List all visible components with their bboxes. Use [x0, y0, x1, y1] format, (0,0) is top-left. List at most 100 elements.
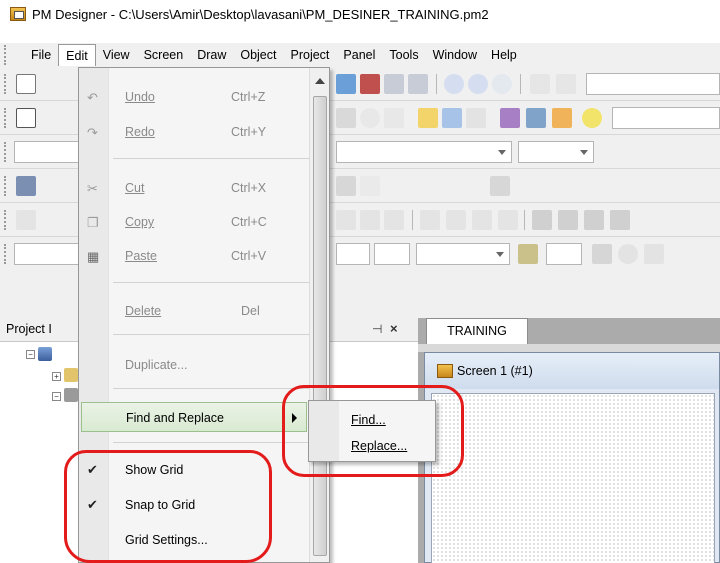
bold-icon[interactable] — [16, 108, 36, 128]
tab-training[interactable]: TRAINING — [426, 318, 528, 344]
forward-icon[interactable] — [584, 210, 604, 230]
toolbar-grip[interactable] — [4, 74, 10, 94]
menu-file[interactable]: File — [24, 44, 58, 66]
menu-cut[interactable]: ✂ Cut Ctrl+X — [79, 173, 309, 203]
font-combo[interactable] — [14, 141, 80, 163]
toolbar-grip[interactable] — [4, 108, 10, 128]
line-width-combo[interactable] — [416, 243, 510, 265]
line-end-combo[interactable] — [374, 243, 410, 265]
menu-duplicate[interactable]: Duplicate... — [79, 350, 309, 380]
lamp-object-icon[interactable] — [418, 108, 438, 128]
button-object-icon[interactable] — [336, 108, 356, 128]
toolbar-grip[interactable] — [4, 45, 10, 65]
add-screen-icon[interactable] — [336, 74, 356, 94]
send-back-icon[interactable] — [558, 210, 578, 230]
screen-list-icon[interactable] — [384, 74, 404, 94]
menu-find[interactable]: Find... — [309, 407, 435, 433]
state-combo[interactable] — [586, 73, 720, 95]
target-icon[interactable] — [618, 244, 638, 264]
align-left-icon[interactable] — [16, 210, 36, 230]
toolbar-grip[interactable] — [4, 142, 10, 162]
menu-paste[interactable]: ▦ Paste Ctrl+V — [79, 241, 309, 271]
menu-panel[interactable]: Panel — [336, 44, 382, 66]
frame-icon[interactable] — [490, 176, 510, 196]
same-width-icon[interactable] — [472, 210, 492, 230]
menu-redo[interactable]: ↷ Redo Ctrl+Y — [79, 117, 309, 147]
paste-icon: ▦ — [87, 249, 100, 264]
window-title: PM Designer - C:\Users\Amir\Desktop\lava… — [32, 6, 489, 22]
menu-delete[interactable]: Delete Del — [79, 296, 309, 326]
menu-draw[interactable]: Draw — [190, 44, 233, 66]
find-replace-submenu: Find... Replace... — [308, 400, 436, 462]
new-file-icon[interactable] — [16, 74, 36, 94]
chart-icon[interactable] — [518, 244, 538, 264]
menu-tools[interactable]: Tools — [382, 44, 425, 66]
group-icon[interactable] — [336, 176, 356, 196]
zoom-in-icon[interactable] — [444, 74, 464, 94]
font-size-combo[interactable] — [518, 141, 594, 163]
radio-object-icon[interactable] — [360, 108, 380, 128]
toolbar-grip[interactable] — [4, 176, 10, 196]
switch-object-icon[interactable] — [442, 108, 462, 128]
same-height-icon[interactable] — [498, 210, 518, 230]
menu-find-replace[interactable]: Find and Replace — [81, 402, 307, 432]
menu-snap-to-grid[interactable]: ✔ Snap to Grid — [79, 490, 309, 520]
off-state-icon[interactable] — [530, 74, 550, 94]
user-icon[interactable] — [360, 176, 380, 196]
pin-icon[interactable]: ⊣ — [372, 322, 382, 336]
align-center-icon[interactable] — [336, 210, 356, 230]
spin-object-icon[interactable] — [384, 108, 404, 128]
menu-view[interactable]: View — [96, 44, 137, 66]
zoom-reset-icon[interactable] — [492, 74, 512, 94]
on-state-icon[interactable] — [556, 74, 576, 94]
fill-combo[interactable] — [546, 243, 582, 265]
numeric-input-icon[interactable] — [500, 108, 520, 128]
close-icon[interactable]: × — [390, 321, 398, 336]
menu-replace[interactable]: Replace... — [309, 433, 435, 459]
move-icon[interactable] — [644, 244, 664, 264]
font-name-combo[interactable] — [336, 141, 512, 163]
checkmark-icon: ✔ — [87, 497, 98, 512]
menu-grid-settings[interactable]: Grid Settings... — [79, 525, 309, 555]
align-top-icon[interactable] — [384, 210, 404, 230]
tree-expander[interactable]: − — [26, 350, 35, 359]
menu-copy[interactable]: ❐ Copy Ctrl+C — [79, 207, 309, 237]
screen-preview-icon[interactable] — [408, 74, 428, 94]
menu-project[interactable]: Project — [284, 44, 337, 66]
menu-screen[interactable]: Screen — [137, 44, 191, 66]
screen-settings-icon[interactable] — [360, 74, 380, 94]
slider-object-icon[interactable] — [466, 108, 486, 128]
object-combo[interactable] — [612, 107, 720, 129]
backward-icon[interactable] — [610, 210, 630, 230]
alarm-object-icon[interactable] — [552, 108, 572, 128]
rectangle-icon[interactable] — [592, 244, 612, 264]
scroll-up-icon[interactable] — [315, 78, 325, 84]
zoom-out-icon[interactable] — [468, 74, 488, 94]
panel-icon — [64, 388, 78, 402]
align-right-icon[interactable] — [360, 210, 380, 230]
screen-canvas[interactable] — [431, 393, 715, 563]
menu-edit[interactable]: Edit — [58, 44, 96, 66]
line-style-combo[interactable] — [336, 243, 370, 265]
edit-menu: ↶ Undo Ctrl+Z ↷ Redo Ctrl+Y ✂ Cut Ctrl+X… — [78, 67, 330, 563]
bring-front-icon[interactable] — [532, 210, 552, 230]
toolbar-grip[interactable] — [4, 210, 10, 230]
distribute-v-icon[interactable] — [446, 210, 466, 230]
tree-expander[interactable]: + — [52, 372, 61, 381]
toolbar-grip[interactable] — [4, 244, 10, 264]
shape-combo[interactable] — [14, 243, 80, 265]
menu-scrollbar[interactable] — [309, 68, 329, 562]
menu-window[interactable]: Window — [426, 44, 484, 66]
scroll-thumb[interactable] — [313, 96, 327, 556]
menu-undo[interactable]: ↶ Undo Ctrl+Z — [79, 82, 309, 112]
tree-expander[interactable]: − — [52, 392, 61, 401]
menu-show-grid[interactable]: ✔ Show Grid — [79, 455, 309, 485]
screen-caption[interactable]: Screen 1 (#1) — [425, 353, 719, 389]
menu-help[interactable]: Help — [484, 44, 524, 66]
text-input-icon[interactable] — [526, 108, 546, 128]
bulb-icon[interactable] — [582, 108, 602, 128]
distribute-h-icon[interactable] — [420, 210, 440, 230]
menu-object[interactable]: Object — [233, 44, 283, 66]
screen-window: Screen 1 (#1) — [424, 352, 720, 563]
layout-icon[interactable] — [16, 176, 36, 196]
